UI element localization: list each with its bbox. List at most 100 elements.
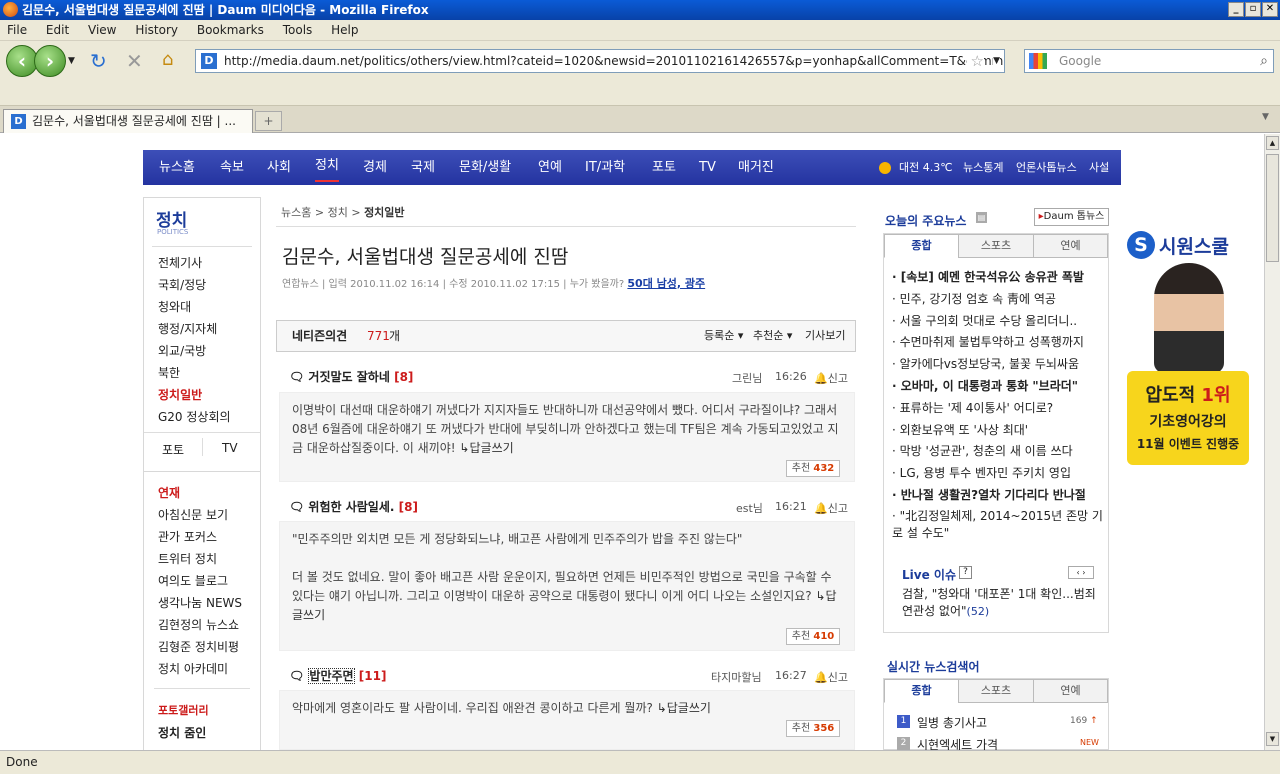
menu-view[interactable]: View: [88, 23, 116, 37]
cat-all[interactable]: 전체기사: [158, 254, 202, 271]
report-button[interactable]: 🔔신고: [814, 370, 848, 386]
tab-entertainment[interactable]: 연예: [1033, 679, 1108, 703]
breadcrumb-home[interactable]: 뉴스홈: [281, 206, 311, 219]
nav-news-home[interactable]: 뉴스홈: [159, 150, 195, 185]
photo-link[interactable]: 포토: [162, 441, 184, 458]
vertical-scrollbar[interactable]: ▲ ▼: [1264, 134, 1280, 750]
minimize-button[interactable]: _: [1228, 2, 1244, 17]
news-item[interactable]: · "北김정일체제, 2014~2015년 존망 기로 설 수도": [892, 508, 1104, 544]
rank-keyword[interactable]: 일병 총기사고: [917, 714, 987, 731]
menu-history[interactable]: History: [135, 23, 178, 37]
tab-entertainment[interactable]: 연예: [1033, 234, 1108, 258]
tab-general[interactable]: 종합: [884, 234, 959, 258]
menu-bookmarks[interactable]: Bookmarks: [197, 23, 264, 37]
cat-assembly[interactable]: 국회/정당: [158, 276, 206, 293]
news-item[interactable]: · 서울 구의회 멋대로 수당 올리더니..: [892, 312, 1104, 329]
series-item[interactable]: 정치 아카데미: [158, 660, 228, 677]
reload-icon[interactable]: ↻: [90, 49, 107, 73]
live-issue-item[interactable]: 검찰, "청와대 '대포폰' 1대 확인...범죄 연관성 없어"(52): [902, 586, 1102, 620]
menu-edit[interactable]: Edit: [46, 23, 69, 37]
view-article-link[interactable]: 기사보기: [805, 321, 845, 351]
tab-sports[interactable]: 스포츠: [958, 234, 1034, 258]
daum-top-news-button[interactable]: ▸Daum 톱뉴스: [1034, 208, 1109, 226]
recommend-button[interactable]: 추천 356: [786, 720, 840, 737]
news-item[interactable]: · 반나절 생활권?열차 기다리다 반나절: [892, 486, 1104, 503]
cat-northkorea[interactable]: 북한: [158, 364, 180, 381]
photo-gallery-title[interactable]: 포토갤러리: [158, 702, 209, 718]
bookmark-star-icon[interactable]: ☆: [966, 50, 984, 72]
google-engine-icon[interactable]: [1029, 53, 1047, 69]
nav-world[interactable]: 국제: [411, 150, 435, 185]
series-item[interactable]: 아침신문 보기: [158, 506, 228, 523]
news-item[interactable]: · 오바마, 이 대통령과 통화 "브라더": [892, 377, 1104, 394]
cat-bluehouse[interactable]: 청와대: [158, 298, 191, 315]
nav-tv[interactable]: TV: [699, 150, 716, 185]
sort-by-date[interactable]: 등록순 ▾: [704, 321, 743, 351]
comment-title[interactable]: 🗨 밥만주면 [11]: [289, 667, 386, 684]
zoomin-title[interactable]: 정치 줌인: [158, 724, 206, 741]
nav-politics[interactable]: 정치: [315, 152, 339, 182]
close-button[interactable]: ✕: [1262, 2, 1278, 17]
series-item[interactable]: 여의도 블로그: [158, 572, 228, 589]
series-item[interactable]: 김형준 정치비평: [158, 638, 239, 655]
nav-culture[interactable]: 문화/생활: [459, 150, 511, 185]
history-dropdown-icon[interactable]: ▼: [68, 56, 75, 66]
cat-admin[interactable]: 행정/지자체: [158, 320, 217, 337]
nav-editorial[interactable]: 사설: [1089, 150, 1109, 185]
nav-it-science[interactable]: IT/과학: [585, 150, 625, 185]
search-icon[interactable]: ⌕: [1260, 50, 1268, 72]
nav-society[interactable]: 사회: [267, 150, 291, 185]
stop-icon[interactable]: ✕: [126, 49, 143, 73]
news-item[interactable]: · 막방 '성균관', 청춘의 새 이름 쓰다: [892, 442, 1104, 459]
help-icon[interactable]: ?: [959, 566, 972, 579]
news-item[interactable]: · 민주, 강기정 엄호 속 靑에 역공: [892, 290, 1104, 307]
news-item[interactable]: · LG, 용병 투수 벤자민 주키치 영입: [892, 464, 1104, 481]
scroll-down-icon[interactable]: ▼: [1266, 732, 1279, 746]
report-button[interactable]: 🔔신고: [814, 500, 848, 516]
comment-title[interactable]: 🗨 거짓말도 잘하네 [8]: [289, 368, 413, 385]
nav-economy[interactable]: 경제: [363, 150, 387, 185]
menu-help[interactable]: Help: [331, 23, 358, 37]
breadcrumb-politics[interactable]: 정치: [328, 206, 348, 219]
report-button[interactable]: 🔔신고: [814, 669, 848, 685]
comment-title[interactable]: 🗨 위험한 사람일세. [8]: [289, 498, 418, 515]
comment-reply-count[interactable]: [8]: [399, 500, 418, 514]
cat-general[interactable]: 정치일반: [158, 386, 202, 403]
scroll-up-icon[interactable]: ▲: [1266, 136, 1279, 150]
article-source[interactable]: 연합뉴스: [282, 279, 319, 290]
series-item[interactable]: 트위터 정치: [158, 550, 217, 567]
news-item[interactable]: · 외환보유액 또 '사상 최대': [892, 421, 1104, 438]
nav-magazine[interactable]: 매거진: [738, 150, 774, 185]
comment-reply-count[interactable]: [8]: [394, 370, 413, 384]
series-item[interactable]: 김현정의 뉴스쇼: [158, 616, 239, 633]
nav-press-top[interactable]: 언론사톱뉴스: [1016, 150, 1077, 185]
series-item[interactable]: 관가 포커스: [158, 528, 217, 545]
reply-link[interactable]: ↳답글쓰기: [657, 701, 711, 715]
cat-g20[interactable]: G20 정상회의: [158, 408, 231, 425]
comment-user[interactable]: 그린님: [732, 370, 762, 386]
tab-active[interactable]: D 김문수, 서울법대생 질문공세에 진땀 | ...: [3, 109, 253, 133]
recommend-button[interactable]: 추천 410: [786, 628, 840, 645]
rss-icon[interactable]: ▤: [976, 212, 987, 223]
tab-general[interactable]: 종합: [884, 679, 959, 703]
nav-breaking[interactable]: 속보: [220, 150, 244, 185]
address-bar[interactable]: D http://media.daum.net/politics/others/…: [195, 49, 1005, 73]
menu-file[interactable]: File: [7, 23, 27, 37]
sort-by-recommend[interactable]: 추천순 ▾: [753, 321, 792, 351]
forward-button[interactable]: ›: [34, 45, 66, 77]
search-box[interactable]: Google ⌕: [1024, 49, 1274, 73]
recommend-button[interactable]: 추천 432: [786, 460, 840, 477]
cat-diplomacy[interactable]: 외교/국방: [158, 342, 206, 359]
news-item[interactable]: · 수면마취제 불법투약하고 성폭행까지: [892, 333, 1104, 350]
news-item[interactable]: · 알카에다vs정보당국, 불꽃 두뇌싸움: [892, 355, 1104, 372]
comment-user[interactable]: 타지마할님: [711, 669, 762, 685]
news-item[interactable]: · 표류하는 '제 4이통사' 어디로?: [892, 399, 1104, 416]
comment-user[interactable]: est님: [736, 500, 763, 516]
home-icon[interactable]: ⌂: [162, 49, 173, 70]
series-item[interactable]: 생각나눔 NEWS: [158, 594, 242, 611]
scroll-thumb[interactable]: [1266, 154, 1279, 262]
news-item[interactable]: · [속보] 예멘 한국석유公 송유관 폭발: [892, 268, 1104, 285]
who-saw-link[interactable]: 50대 남성, 광주: [627, 277, 705, 290]
url-dropdown-icon[interactable]: ▼: [993, 50, 1000, 72]
tab-sports[interactable]: 스포츠: [958, 679, 1034, 703]
